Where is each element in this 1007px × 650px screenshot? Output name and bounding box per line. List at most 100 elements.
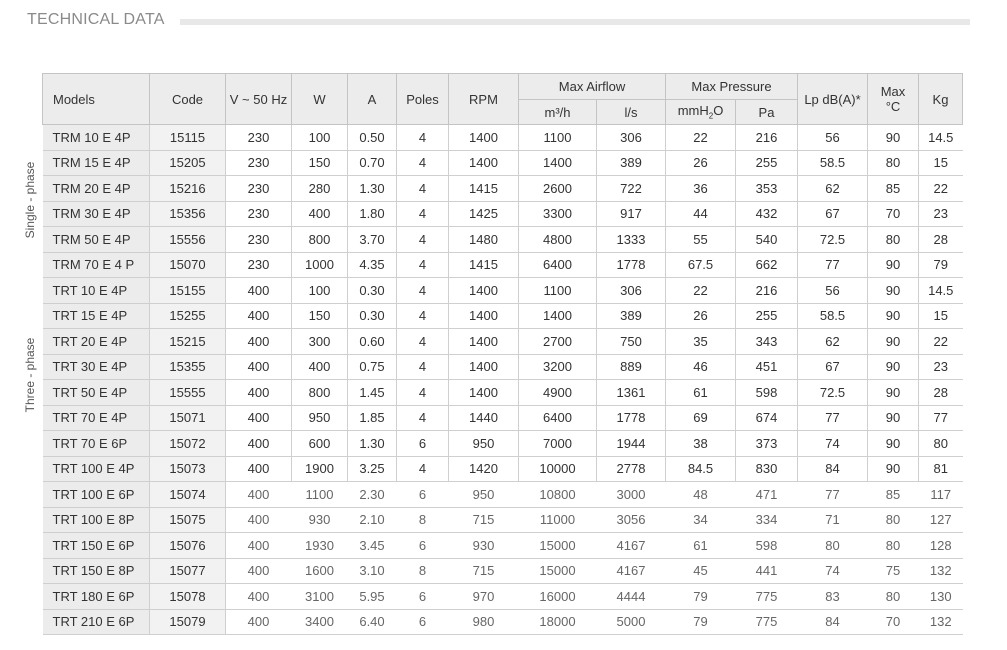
cell-watts: 950: [291, 405, 348, 431]
cell-voltage: 400: [225, 532, 292, 559]
cell-watts: 1900: [291, 456, 348, 482]
cell-model: TRM 50 E 4P: [42, 226, 150, 253]
cell-pressure-mmh2o: 38: [665, 430, 736, 457]
table-row: TRT 150 E 6P 15076 400 1930 3.45 6 930 15000 416…: [42, 532, 963, 559]
table-row: TRT 180 E 6P 15078 400 3100 5.95 6 970 16000 444…: [42, 583, 963, 610]
cell-kg: 80: [918, 430, 963, 457]
cell-airflow-ls: 1778: [596, 252, 666, 278]
cell-pressure-pa: 662: [735, 252, 798, 278]
cell-voltage: 230: [225, 201, 292, 227]
cell-poles: 4: [396, 277, 449, 304]
header-rpm: RPM: [448, 73, 519, 125]
cell-rpm: 715: [448, 507, 519, 533]
cell-pressure-pa: 441: [735, 558, 798, 584]
cell-watts: 3100: [291, 583, 348, 610]
cell-voltage: 230: [225, 124, 292, 151]
cell-model: TRM 15 E 4P: [42, 150, 150, 176]
cell-poles: 4: [396, 303, 449, 329]
table-header: Models Code V ~ 50 Hz W A Poles RPM Max …: [42, 73, 963, 125]
cell-code: 15074: [149, 481, 226, 508]
cell-lp: 72.5: [797, 379, 868, 406]
cell-airflow-m3h: 15000: [518, 532, 597, 559]
cell-amps: 2.10: [347, 507, 397, 533]
cell-airflow-m3h: 3200: [518, 354, 597, 380]
page-title: TECHNICAL DATA: [27, 11, 165, 28]
cell-kg: 127: [918, 507, 963, 533]
cell-poles: 6: [396, 532, 449, 559]
cell-rpm: 970: [448, 583, 519, 610]
cell-max-temp: 90: [867, 277, 919, 304]
cell-poles: 4: [396, 226, 449, 253]
cell-amps: 0.30: [347, 277, 397, 304]
cell-rpm: 1440: [448, 405, 519, 431]
cell-poles: 4: [396, 379, 449, 406]
cell-code: 15356: [149, 201, 226, 227]
cell-kg: 128: [918, 532, 963, 559]
cell-airflow-m3h: 3300: [518, 201, 597, 227]
header-mmh2o-prefix: mmH: [677, 103, 709, 119]
cell-airflow-ls: 389: [596, 303, 666, 329]
cell-airflow-m3h: 7000: [518, 430, 597, 457]
cell-poles: 4: [396, 456, 449, 482]
cell-voltage: 400: [225, 609, 292, 635]
cell-watts: 100: [291, 124, 348, 151]
cell-max-temp: 75: [867, 558, 919, 584]
cell-lp: 77: [797, 252, 868, 278]
cell-pressure-pa: 598: [735, 532, 798, 559]
cell-max-temp: 90: [867, 328, 919, 355]
header-poles: Poles: [396, 73, 449, 125]
cell-kg: 15: [918, 150, 963, 176]
cell-watts: 400: [291, 201, 348, 227]
cell-amps: 1.30: [347, 430, 397, 457]
cell-rpm: 1415: [448, 252, 519, 278]
cell-pressure-mmh2o: 22: [665, 124, 736, 151]
header-lp: Lp dB(A)*: [797, 73, 868, 125]
cell-code: 15078: [149, 583, 226, 610]
header-voltage: V ~ 50 Hz: [225, 73, 292, 125]
cell-model: TRT 210 E 6P: [42, 609, 150, 635]
cell-lp: 58.5: [797, 303, 868, 329]
cell-watts: 400: [291, 354, 348, 380]
cell-amps: 2.30: [347, 481, 397, 508]
cell-amps: 3.10: [347, 558, 397, 584]
cell-code: 15071: [149, 405, 226, 431]
cell-watts: 1000: [291, 252, 348, 278]
cell-rpm: 715: [448, 558, 519, 584]
cell-rpm: 1400: [448, 303, 519, 329]
cell-watts: 300: [291, 328, 348, 355]
cell-max-temp: 80: [867, 583, 919, 610]
cell-max-temp: 90: [867, 252, 919, 278]
cell-watts: 100: [291, 277, 348, 304]
cell-kg: 14.5: [918, 277, 963, 304]
table-row: TRT 100 E 8P 15075 400 930 2.10 8 715 11000 3056…: [42, 507, 963, 533]
header-watts: W: [291, 73, 348, 125]
table-row: TRM 30 E 4P 15356 230 400 1.80 4 1425 3300 917 44…: [42, 201, 963, 227]
cell-poles: 4: [396, 175, 449, 202]
cell-rpm: 1425: [448, 201, 519, 227]
cell-max-temp: 70: [867, 609, 919, 635]
cell-model: TRT 20 E 4P: [42, 328, 150, 355]
cell-kg: 79: [918, 252, 963, 278]
cell-airflow-m3h: 1100: [518, 124, 597, 151]
cell-kg: 23: [918, 201, 963, 227]
cell-rpm: 1415: [448, 175, 519, 202]
cell-code: 15155: [149, 277, 226, 304]
cell-airflow-ls: 1361: [596, 379, 666, 406]
cell-amps: 6.40: [347, 609, 397, 635]
cell-voltage: 400: [225, 354, 292, 380]
cell-pressure-mmh2o: 48: [665, 481, 736, 508]
cell-poles: 8: [396, 507, 449, 533]
cell-pressure-pa: 255: [735, 303, 798, 329]
cell-airflow-ls: 1333: [596, 226, 666, 253]
cell-rpm: 950: [448, 430, 519, 457]
cell-model: TRT 150 E 6P: [42, 532, 150, 559]
cell-kg: 77: [918, 405, 963, 431]
header-max-temp: Max °C: [867, 73, 919, 125]
cell-pressure-pa: 373: [735, 430, 798, 457]
table-row: TRM 15 E 4P 15205 230 150 0.70 4 1400 1400 389 26…: [42, 150, 963, 176]
cell-pressure-mmh2o: 36: [665, 175, 736, 202]
cell-lp: 84: [797, 609, 868, 635]
cell-lp: 83: [797, 583, 868, 610]
cell-airflow-ls: 306: [596, 277, 666, 304]
table-row: TRM 70 E 4 P 15070 230 1000 4.35 4 1415 6400 177…: [42, 252, 963, 278]
